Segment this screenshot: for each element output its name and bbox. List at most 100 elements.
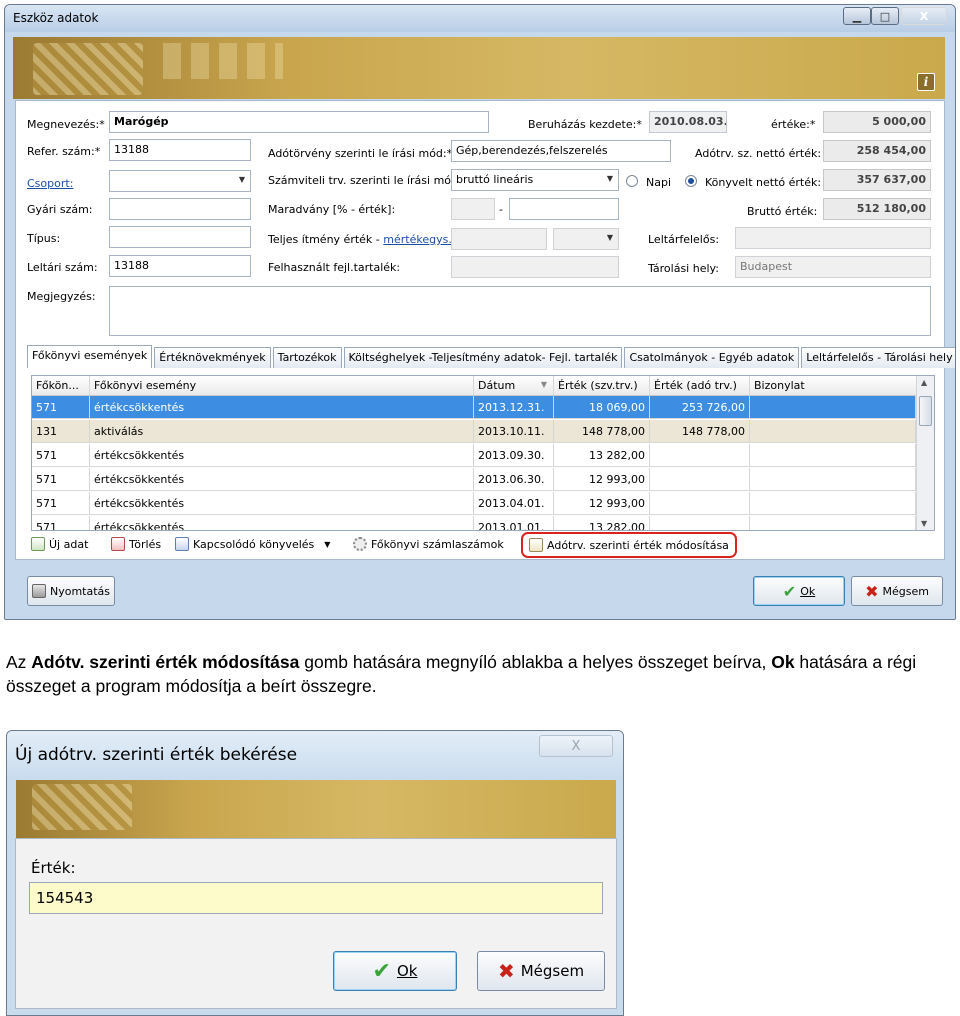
table-cell-kod: 571 <box>32 492 90 514</box>
column-header-bizonylat[interactable]: Bizonylat <box>750 376 916 395</box>
adotorveny-input[interactable]: Gép,berendezés,felszerelés <box>451 140 671 162</box>
kapcsolodo-label: Kapcsolódó könyvelés <box>193 537 315 551</box>
minimize-button[interactable]: ▁ <box>843 7 871 25</box>
adotrv-netto-label: Adótrv. sz. nettó érték: <box>695 147 822 160</box>
table-row[interactable]: 571 értékcsökkentés 2013.12.31. 18 069,00 25… <box>32 396 916 419</box>
column-header-ertek-ado[interactable]: Érték (adó trv.) <box>650 376 750 395</box>
table-cell-ertek-szv: 18 069,00 <box>554 396 650 418</box>
felhasznalt-input[interactable] <box>451 256 619 278</box>
column-header-datum[interactable]: Dátum ▼ <box>474 376 554 395</box>
maradvany-percent-input[interactable] <box>451 198 495 220</box>
nyomtatas-button[interactable]: Nyomtatás <box>27 576 115 606</box>
tab-fokonyvi-esemenyek[interactable]: Főkönyvi események <box>27 345 153 368</box>
dialog-ok-button[interactable]: ✔ Ok <box>333 951 457 991</box>
mertekegys-select[interactable] <box>553 228 619 250</box>
uj-adat-button[interactable]: Új adat <box>31 533 88 555</box>
adotrv-modositas-button[interactable]: Adótrv. szerinti érték módosítása <box>521 532 737 558</box>
table-cell-bizonylat <box>750 396 916 418</box>
maximize-button[interactable]: □ <box>871 7 899 25</box>
tab-strip: Főkönyvi események Értéknövekmények Tart… <box>27 345 955 369</box>
table-cell-datum: 2013.06.30. <box>474 468 554 490</box>
konyvelt-radio[interactable] <box>685 175 697 187</box>
edit-document-icon <box>529 538 543 552</box>
csoport-link[interactable]: Csoport: <box>27 177 73 190</box>
torles-button[interactable]: Törlés <box>111 533 161 555</box>
maradvany-value-input[interactable] <box>509 198 619 220</box>
uj-adat-label: Új adat <box>49 537 89 551</box>
cancel-x-icon: ✖ <box>497 959 515 983</box>
dialog-title: Új adótrv. szerinti érték bekérése <box>15 745 298 765</box>
teljesitmeny-input[interactable] <box>451 228 547 250</box>
ertek-input[interactable]: 154543 <box>29 882 603 914</box>
dialog-megsem-label: Mégsem <box>520 962 585 980</box>
scroll-thumb[interactable] <box>919 396 932 426</box>
megjegyzes-label: Megjegyzés: <box>27 290 96 303</box>
scroll-up-icon[interactable]: ▲ <box>921 378 927 387</box>
fokonyvi-szamlaszamok-label: Főkönyvi számlaszámok <box>371 537 504 551</box>
column-header-esemeny[interactable]: Főkönyvi esemény <box>90 376 474 395</box>
sort-arrow-icon: ▼ <box>540 380 547 389</box>
tab-csatolmanyok[interactable]: Csatolmányok - Egyéb adatok <box>624 347 800 368</box>
tab-tartozekok[interactable]: Tartozékok <box>272 347 342 368</box>
kapcsolodo-konyveles-button[interactable]: Kapcsolódó könyvelés ▼ <box>175 533 330 555</box>
scroll-down-icon[interactable]: ▼ <box>921 519 927 528</box>
table-row[interactable]: 131 aktiválás 2013.10.11. 148 778,00 148 778… <box>32 420 916 443</box>
table-cell-ertek-szv: 148 778,00 <box>554 420 650 442</box>
megjegyzes-textarea[interactable] <box>109 286 931 336</box>
szamviteli-select[interactable]: bruttó lineáris <box>451 169 619 191</box>
megnevezes-input[interactable]: Marógép <box>109 111 489 133</box>
printer-icon <box>31 584 46 598</box>
erteke-input[interactable]: 5 000,00 <box>823 111 931 133</box>
cancel-x-icon: ✖ <box>865 581 879 601</box>
csoport-select[interactable] <box>109 170 251 192</box>
mertekegys-link[interactable]: mértékegys.: <box>383 233 455 246</box>
delete-document-icon <box>111 537 125 551</box>
napi-radio[interactable] <box>626 175 638 187</box>
megsem-label: Mégsem <box>882 584 929 598</box>
column-header-ertek-szv[interactable]: Érték (szv.trv.) <box>554 376 650 395</box>
refer-input[interactable]: 13188 <box>109 139 251 161</box>
dropdown-arrow-icon[interactable]: ▼ <box>324 540 330 549</box>
table-row[interactable]: 571 értékcsökkentés 2013.01.01. 13 282,00 <box>32 516 916 530</box>
table-row[interactable]: 571 értékcsökkentés 2013.09.30. 13 282,00 <box>32 444 916 467</box>
konyvelt-netto-value: 357 637,00 <box>823 169 931 191</box>
gyari-input[interactable] <box>109 198 251 220</box>
fokonyvi-szamlaszamok-button[interactable]: Főkönyvi számlaszámok <box>353 533 504 555</box>
table-cell-datum: 2013.04.01. <box>474 492 554 514</box>
table-cell-datum: 2013.01.01. <box>474 516 554 530</box>
adotrv-modositas-label: Adótrv. szerinti érték módosítása <box>547 538 729 552</box>
table-cell-esemeny: értékcsökkentés <box>90 396 474 418</box>
tab-koltseghelyek[interactable]: Költséghelyek -Teljesítmény adatok- Fejl… <box>343 347 623 368</box>
ertek-label: Érték: <box>31 859 76 877</box>
table-cell-esemeny: értékcsökkentés <box>90 516 474 530</box>
grid-scrollbar[interactable]: ▲ ▼ <box>916 376 934 530</box>
tab-leltarfelelos[interactable]: Leltárfelelős - Tárolási hely <box>801 347 955 368</box>
refer-label: Refer. szám:* <box>27 145 101 158</box>
leltari-input[interactable]: 13188 <box>109 255 251 277</box>
gyari-label: Gyári szám: <box>27 203 93 216</box>
caption-bold-ok: Ok <box>771 652 795 672</box>
table-cell-esemeny: értékcsökkentés <box>90 444 474 466</box>
close-button[interactable]: X <box>901 7 947 25</box>
dialog-megsem-button[interactable]: ✖ Mégsem <box>477 951 605 991</box>
tarolasi-input[interactable]: Budapest <box>735 256 931 278</box>
tipus-label: Típus: <box>27 232 61 245</box>
table-row[interactable]: 571 értékcsökkentés 2013.04.01. 12 993,00 <box>32 492 916 515</box>
tipus-input[interactable] <box>109 226 251 248</box>
caption-part: gomb hatására megnyíló ablakba a helyes … <box>299 652 772 672</box>
ok-button[interactable]: ✔ Ok <box>753 576 845 606</box>
dialog-close-button[interactable]: X <box>539 735 613 757</box>
leltarfelelos-input[interactable] <box>735 227 931 249</box>
banner-decoration <box>163 43 283 79</box>
tab-erteknovekmenyek[interactable]: Értéknövekmények <box>154 347 271 368</box>
szamviteli-label: Számviteli trv. szerinti le írási mód:* <box>268 174 468 187</box>
ledger-events-grid: Főkön... Főkönyvi esemény Dátum ▼ Érték (… <box>31 375 935 531</box>
window-title: Eszköz adatok <box>13 11 99 25</box>
table-row[interactable]: 571 értékcsökkentés 2013.06.30. 12 993,00 <box>32 468 916 491</box>
column-header-kod[interactable]: Főkön... <box>32 376 90 395</box>
table-cell-esemeny: aktiválás <box>90 420 474 442</box>
felhasznalt-label: Felhasznált fejl.tartalék: <box>268 261 401 274</box>
megsem-button[interactable]: ✖ Mégsem <box>851 576 943 606</box>
beruhazas-input[interactable]: 2010.08.03. <box>649 111 727 133</box>
info-icon[interactable]: i <box>917 73 935 91</box>
